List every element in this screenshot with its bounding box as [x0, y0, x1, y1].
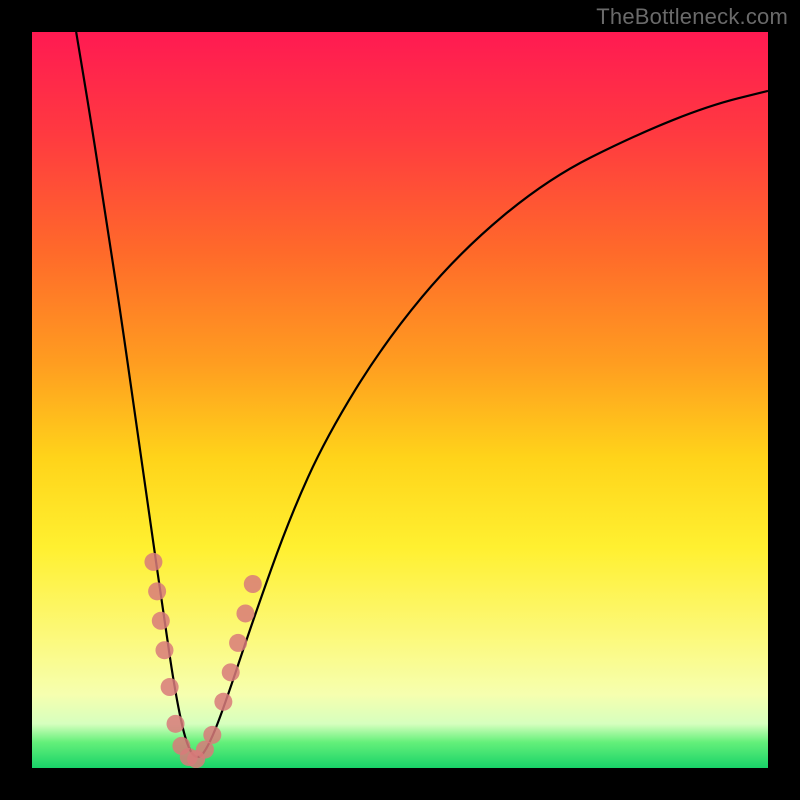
highlight-dot [167, 715, 185, 733]
highlight-dot [214, 693, 232, 711]
highlight-dot [203, 726, 221, 744]
highlight-dot [244, 575, 262, 593]
highlight-dots-group [144, 553, 261, 768]
highlight-dot [148, 582, 166, 600]
highlight-dot [236, 604, 254, 622]
bottleneck-curve [76, 32, 768, 757]
highlight-dot [144, 553, 162, 571]
curve-layer [32, 32, 768, 768]
highlight-dot [222, 663, 240, 681]
highlight-dot [155, 641, 173, 659]
watermark-text: TheBottleneck.com [596, 4, 788, 30]
highlight-dot [152, 612, 170, 630]
chart-frame: TheBottleneck.com [0, 0, 800, 800]
highlight-dot [229, 634, 247, 652]
plot-area [32, 32, 768, 768]
bottleneck-curve-path [76, 32, 768, 757]
highlight-dot [161, 678, 179, 696]
